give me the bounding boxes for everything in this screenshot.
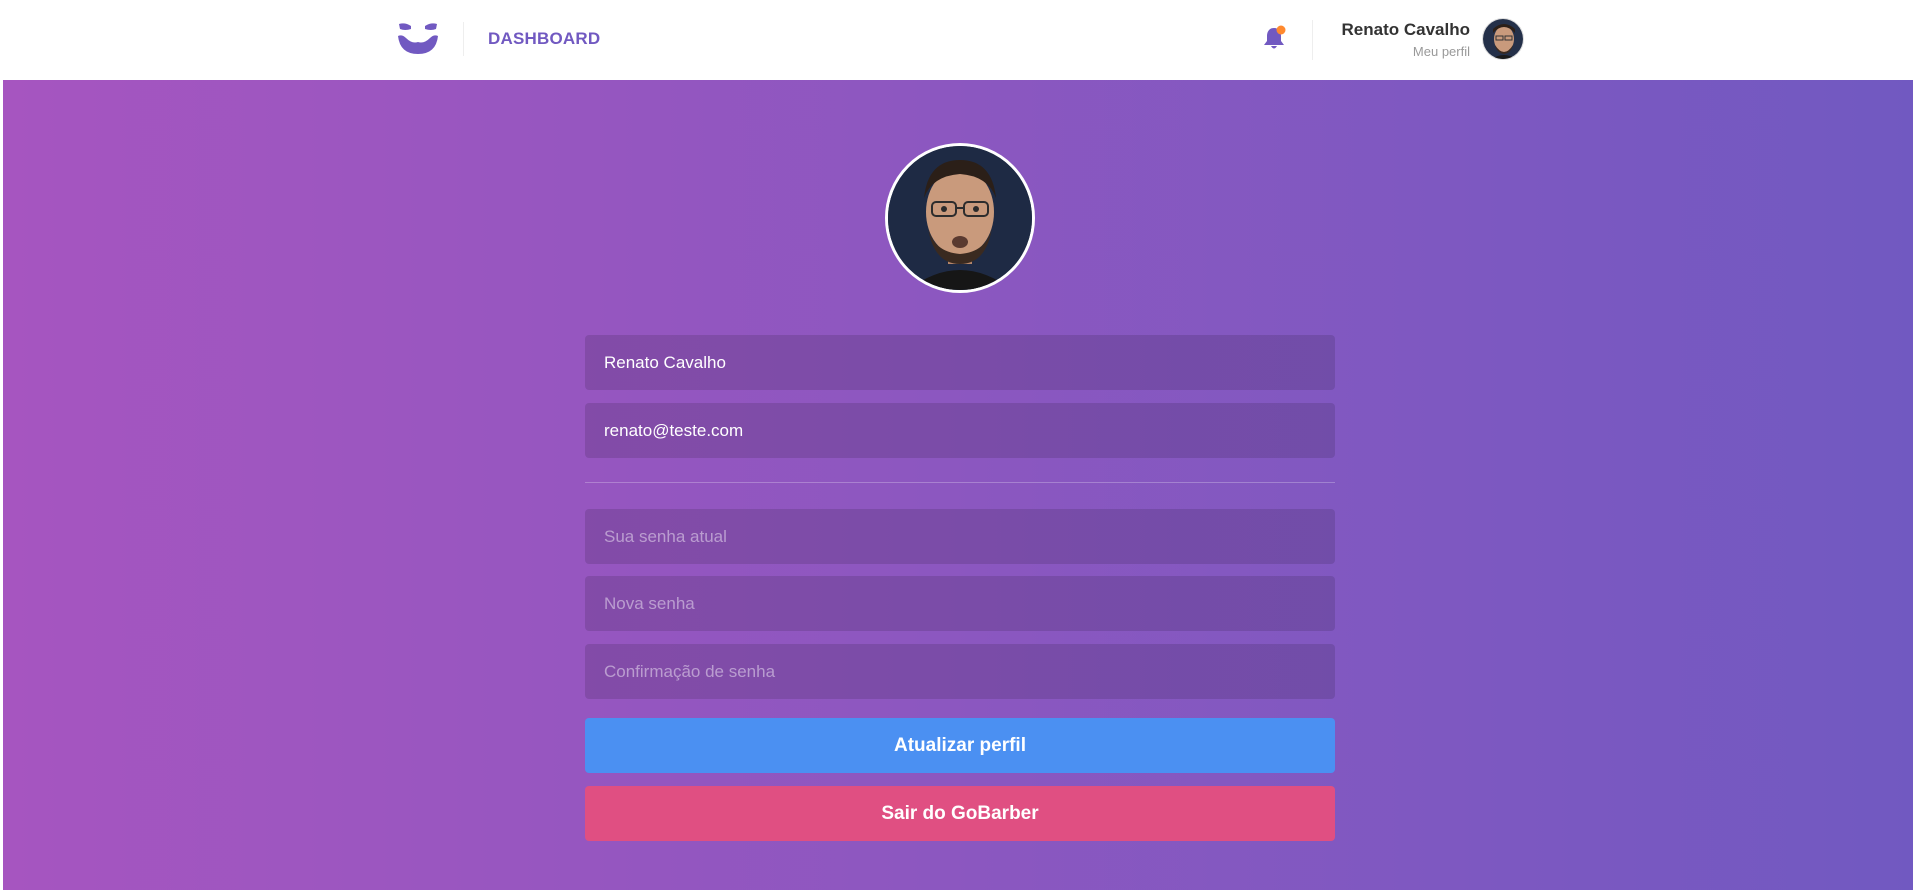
new-password-field[interactable] bbox=[585, 576, 1335, 631]
avatar[interactable] bbox=[1482, 18, 1524, 60]
email-field[interactable] bbox=[585, 403, 1335, 458]
current-password-field[interactable] bbox=[585, 509, 1335, 564]
top-header: DASHBOARD Renato Cavalho Meu perfil bbox=[0, 0, 1916, 80]
notification-badge bbox=[1276, 25, 1286, 35]
confirm-password-field[interactable] bbox=[585, 644, 1335, 699]
user-name: Renato Cavalho bbox=[1341, 20, 1470, 39]
update-profile-button[interactable]: Atualizar perfil bbox=[585, 718, 1335, 773]
mustache-logo-icon[interactable] bbox=[396, 20, 440, 56]
my-profile-link[interactable]: Meu perfil bbox=[1342, 44, 1470, 59]
header-divider bbox=[1312, 20, 1313, 60]
name-field[interactable] bbox=[585, 335, 1335, 390]
form-divider bbox=[585, 482, 1335, 483]
logout-button[interactable]: Sair do GoBarber bbox=[585, 786, 1335, 841]
profile-avatar-upload[interactable] bbox=[885, 143, 1035, 293]
avatar-image bbox=[1483, 19, 1523, 59]
avatar-image bbox=[888, 146, 1032, 290]
bell-icon[interactable] bbox=[1262, 25, 1286, 51]
dashboard-link[interactable]: DASHBOARD bbox=[488, 29, 600, 49]
header-divider bbox=[463, 22, 464, 56]
profile-info: Renato Cavalho Meu perfil bbox=[1342, 20, 1470, 59]
